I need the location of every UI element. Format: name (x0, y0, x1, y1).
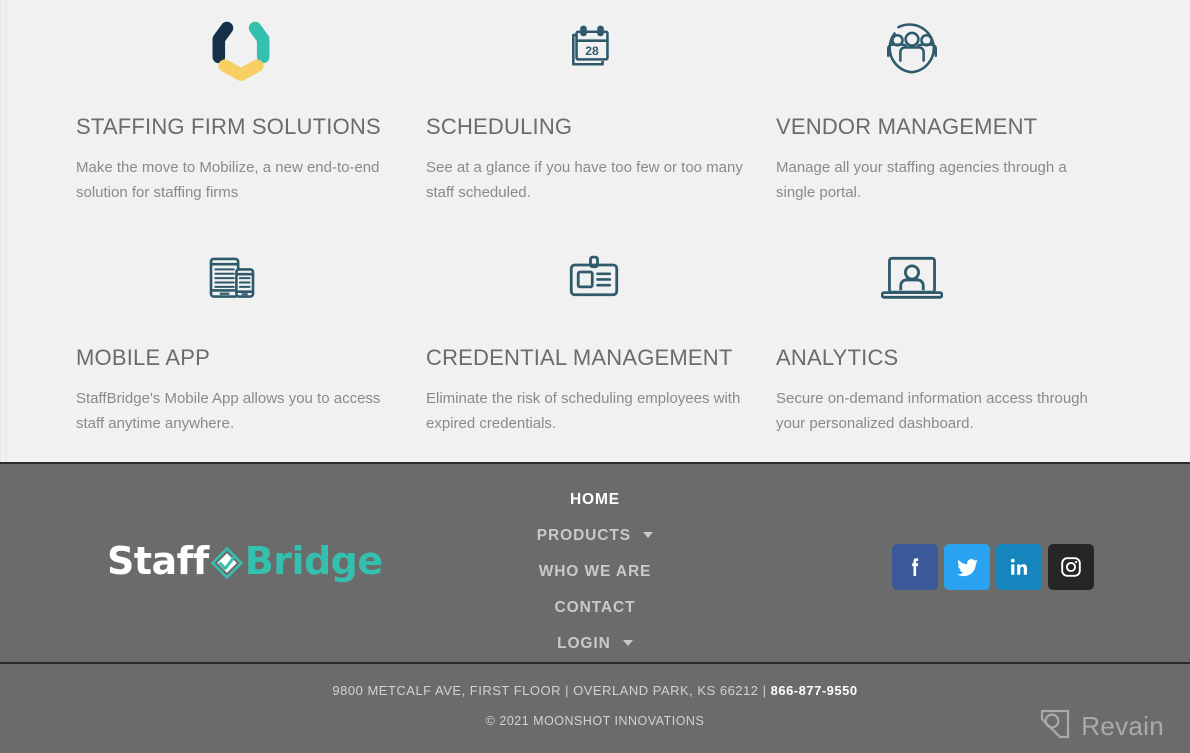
facebook-icon (903, 555, 927, 579)
social-links (892, 544, 1094, 590)
chevron-down-icon (643, 531, 654, 538)
feature-description: Eliminate the risk of scheduling employe… (426, 390, 741, 432)
social-link-linkedin[interactable] (996, 544, 1042, 590)
linkedin-icon (1007, 555, 1031, 579)
feature-card-scheduling: 28 SCHEDULING See at a glance if you hav… (426, 0, 776, 231)
nav-item-label: CONTACT (554, 599, 636, 616)
nav-item-label: HOME (569, 491, 621, 508)
feature-title: ANALYTICS (776, 345, 899, 370)
feature-description: Secure on-demand information access thro… (776, 390, 1088, 432)
footer-bottom-bar: 9800 METCALF AVE, FIRST FLOOR | OVERLAND… (0, 662, 1190, 753)
feature-description: Manage all your staffing agencies throug… (776, 159, 1067, 201)
feature-card-analytics: ANALYTICS Secure on-demand information a… (776, 231, 1116, 462)
tablet-and-phone-icon (76, 231, 426, 327)
staffbridge-circle-logo-icon (76, 0, 426, 96)
footer-address: 9800 METCALF AVE, FIRST FLOOR | OVERLAND… (0, 682, 1190, 700)
footer-main: Staff Bridge HOME PRODUCTS WHO WE ARE CO… (0, 464, 1190, 662)
nav-item-label: PRODUCTS (536, 527, 631, 544)
revain-watermark-text: Revain (1081, 711, 1164, 741)
nav-item-contact[interactable]: CONTACT (0, 590, 1190, 626)
page-root: STAFFING FIRM SOLUTIONS Make the move to… (0, 0, 1190, 753)
site-footer: Staff Bridge HOME PRODUCTS WHO WE ARE CO… (0, 462, 1190, 753)
nav-item-label: LOGIN (557, 635, 611, 652)
calendar-day-number: 28 (585, 44, 599, 58)
scroll-gutter (0, 0, 10, 462)
nav-item-home[interactable]: HOME (0, 482, 1190, 518)
id-badge-card-icon (426, 231, 776, 327)
feature-title: VENDOR MANAGEMENT (776, 114, 1038, 139)
instagram-icon (1059, 555, 1083, 579)
feature-card-staffing-firm-solutions: STAFFING FIRM SOLUTIONS Make the move to… (76, 0, 426, 231)
nav-item-label: WHO WE ARE (538, 563, 652, 580)
feature-title: STAFFING FIRM SOLUTIONS (76, 114, 381, 139)
social-link-twitter[interactable] (944, 544, 990, 590)
feature-title: MOBILE APP (76, 345, 211, 370)
feature-description: See at a glance if you have too few or t… (426, 159, 743, 201)
feature-title: SCHEDULING (426, 114, 573, 139)
feature-description: StaffBridge's Mobile App allows you to a… (76, 390, 381, 432)
laptop-person-icon (776, 231, 1116, 327)
feature-description: Make the move to Mobilize, a new end-to-… (76, 159, 380, 201)
feature-card-credential-management: CREDENTIAL MANAGEMENT Eliminate the risk… (426, 231, 776, 462)
feature-title: CREDENTIAL MANAGEMENT (426, 345, 733, 370)
twitter-icon (955, 555, 980, 580)
social-link-facebook[interactable] (892, 544, 938, 590)
feature-card-mobile-app: MOBILE APP StaffBridge's Mobile App allo… (76, 231, 426, 462)
revain-watermark: Revain (1039, 708, 1164, 745)
chevron-down-icon (622, 639, 633, 646)
footer-address-text: 9800 METCALF AVE, FIRST FLOOR | OVERLAND… (332, 683, 771, 698)
footer-phone[interactable]: 866-877-9550 (771, 683, 858, 698)
features-section: STAFFING FIRM SOLUTIONS Make the move to… (0, 0, 1190, 462)
calendar-icon: 28 (426, 0, 776, 96)
footer-copyright: © 2021 MOONSHOT INNOVATIONS (485, 714, 705, 729)
revain-logo-icon (1039, 708, 1071, 745)
people-group-circle-icon (776, 0, 1116, 96)
feature-card-vendor-management: VENDOR MANAGEMENT Manage all your staffi… (776, 0, 1116, 231)
nav-item-login[interactable]: LOGIN (0, 626, 1190, 662)
features-grid: STAFFING FIRM SOLUTIONS Make the move to… (76, 0, 1116, 462)
social-link-instagram[interactable] (1048, 544, 1094, 590)
